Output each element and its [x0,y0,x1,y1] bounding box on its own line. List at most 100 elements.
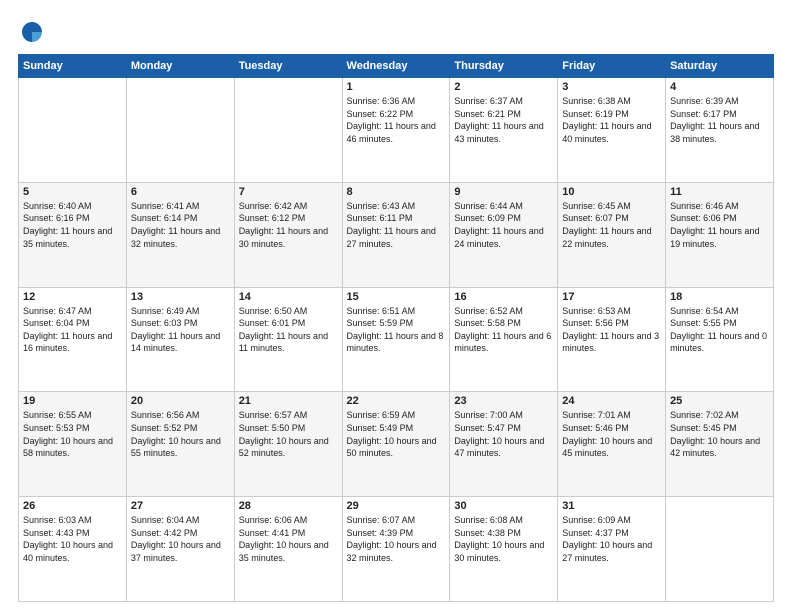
day-number: 12 [23,291,122,303]
calendar-table: SundayMondayTuesdayWednesdayThursdayFrid… [18,54,774,602]
cell-text: Sunrise: 6:44 AM Sunset: 6:09 PM Dayligh… [454,200,553,250]
day-number: 8 [347,186,446,198]
calendar-cell: 5 Sunrise: 6:40 AM Sunset: 6:16 PM Daylig… [19,182,127,287]
cell-text: Sunrise: 6:08 AM Sunset: 4:38 PM Dayligh… [454,514,553,564]
calendar-cell [126,78,234,183]
logo [18,18,50,46]
day-number: 11 [670,186,769,198]
day-number: 13 [131,291,230,303]
logo-icon [18,18,46,46]
calendar-cell: 21Sunrise: 6:57 AM Sunset: 5:50 PM Dayli… [234,392,342,497]
weekday-header-friday: Friday [558,55,666,78]
day-number: 18 [670,291,769,303]
day-number: 2 [454,81,553,93]
calendar-cell: 26 Sunrise: 6:03 AM Sunset: 4:43 PM Dayli… [19,497,127,602]
calendar-cell: 12Sunrise: 6:47 AM Sunset: 6:04 PM Dayli… [19,287,127,392]
calendar-cell: 9 Sunrise: 6:44 AM Sunset: 6:09 PM Daylig… [450,182,558,287]
calendar-cell: 27 Sunrise: 6:04 AM Sunset: 4:42 PM Dayli… [126,497,234,602]
calendar-cell: 4Sunrise: 6:39 AM Sunset: 6:17 PM Daylig… [666,78,774,183]
cell-text: Sunrise: 6:36 AM Sunset: 6:22 PM Dayligh… [347,95,446,145]
calendar-week-2: 5 Sunrise: 6:40 AM Sunset: 6:16 PM Daylig… [19,182,774,287]
calendar-week-1: 1 Sunrise: 6:36 AM Sunset: 6:22 PM Daylig… [19,78,774,183]
calendar-cell [666,497,774,602]
day-number: 14 [239,291,338,303]
day-number: 26 [23,500,122,512]
calendar-cell: 7 Sunrise: 6:42 AM Sunset: 6:12 PM Daylig… [234,182,342,287]
cell-text: Sunrise: 6:51 AM Sunset: 5:59 PM Dayligh… [347,305,446,355]
cell-text: Sunrise: 6:49 AM Sunset: 6:03 PM Dayligh… [131,305,230,355]
calendar-cell: 19Sunrise: 6:55 AM Sunset: 5:53 PM Dayli… [19,392,127,497]
calendar-cell: 20 Sunrise: 6:56 AM Sunset: 5:52 PM Dayli… [126,392,234,497]
day-number: 30 [454,500,553,512]
weekday-header-monday: Monday [126,55,234,78]
calendar-cell: 1 Sunrise: 6:36 AM Sunset: 6:22 PM Daylig… [342,78,450,183]
cell-text: Sunrise: 6:41 AM Sunset: 6:14 PM Dayligh… [131,200,230,250]
day-number: 27 [131,500,230,512]
calendar-cell: 2 Sunrise: 6:37 AM Sunset: 6:21 PM Daylig… [450,78,558,183]
calendar-week-4: 19Sunrise: 6:55 AM Sunset: 5:53 PM Dayli… [19,392,774,497]
day-number: 6 [131,186,230,198]
cell-text: Sunrise: 6:52 AM Sunset: 5:58 PM Dayligh… [454,305,553,355]
calendar-cell: 18 Sunrise: 6:54 AM Sunset: 5:55 PM Dayli… [666,287,774,392]
calendar-cell: 6 Sunrise: 6:41 AM Sunset: 6:14 PM Daylig… [126,182,234,287]
day-number: 29 [347,500,446,512]
cell-text: Sunrise: 6:55 AM Sunset: 5:53 PM Dayligh… [23,409,122,459]
cell-text: Sunrise: 6:53 AM Sunset: 5:56 PM Dayligh… [562,305,661,355]
calendar-cell [234,78,342,183]
calendar-cell: 30 Sunrise: 6:08 AM Sunset: 4:38 PM Dayli… [450,497,558,602]
calendar-cell: 17 Sunrise: 6:53 AM Sunset: 5:56 PM Dayli… [558,287,666,392]
day-number: 15 [347,291,446,303]
day-number: 1 [347,81,446,93]
cell-text: Sunrise: 6:06 AM Sunset: 4:41 PM Dayligh… [239,514,338,564]
cell-text: Sunrise: 6:50 AM Sunset: 6:01 PM Dayligh… [239,305,338,355]
day-number: 16 [454,291,553,303]
cell-text: Sunrise: 6:03 AM Sunset: 4:43 PM Dayligh… [23,514,122,564]
day-number: 20 [131,395,230,407]
calendar-cell: 28 Sunrise: 6:06 AM Sunset: 4:41 PM Dayli… [234,497,342,602]
day-number: 9 [454,186,553,198]
calendar-cell: 23 Sunrise: 7:00 AM Sunset: 5:47 PM Dayli… [450,392,558,497]
weekday-header-tuesday: Tuesday [234,55,342,78]
cell-text: Sunrise: 6:37 AM Sunset: 6:21 PM Dayligh… [454,95,553,145]
calendar-week-5: 26 Sunrise: 6:03 AM Sunset: 4:43 PM Dayli… [19,497,774,602]
day-number: 23 [454,395,553,407]
cell-text: Sunrise: 6:45 AM Sunset: 6:07 PM Dayligh… [562,200,661,250]
cell-text: Sunrise: 6:42 AM Sunset: 6:12 PM Dayligh… [239,200,338,250]
calendar-cell: 25Sunrise: 7:02 AM Sunset: 5:45 PM Dayli… [666,392,774,497]
cell-text: Sunrise: 6:07 AM Sunset: 4:39 PM Dayligh… [347,514,446,564]
cell-text: Sunrise: 6:39 AM Sunset: 6:17 PM Dayligh… [670,95,769,145]
calendar-cell: 15 Sunrise: 6:51 AM Sunset: 5:59 PM Dayli… [342,287,450,392]
day-number: 5 [23,186,122,198]
cell-text: Sunrise: 6:04 AM Sunset: 4:42 PM Dayligh… [131,514,230,564]
cell-text: Sunrise: 6:56 AM Sunset: 5:52 PM Dayligh… [131,409,230,459]
day-number: 31 [562,500,661,512]
cell-text: Sunrise: 6:09 AM Sunset: 4:37 PM Dayligh… [562,514,661,564]
page: SundayMondayTuesdayWednesdayThursdayFrid… [0,0,792,612]
header [18,18,774,46]
day-number: 22 [347,395,446,407]
day-number: 28 [239,500,338,512]
calendar-cell: 13 Sunrise: 6:49 AM Sunset: 6:03 PM Dayli… [126,287,234,392]
calendar-cell: 3Sunrise: 6:38 AM Sunset: 6:19 PM Daylig… [558,78,666,183]
day-number: 17 [562,291,661,303]
calendar-cell: 10 Sunrise: 6:45 AM Sunset: 6:07 PM Dayli… [558,182,666,287]
cell-text: Sunrise: 6:57 AM Sunset: 5:50 PM Dayligh… [239,409,338,459]
cell-text: Sunrise: 6:40 AM Sunset: 6:16 PM Dayligh… [23,200,122,250]
calendar-cell: 14 Sunrise: 6:50 AM Sunset: 6:01 PM Dayli… [234,287,342,392]
day-number: 3 [562,81,661,93]
weekday-header-thursday: Thursday [450,55,558,78]
day-number: 25 [670,395,769,407]
day-number: 10 [562,186,661,198]
weekday-row: SundayMondayTuesdayWednesdayThursdayFrid… [19,55,774,78]
calendar-cell: 8Sunrise: 6:43 AM Sunset: 6:11 PM Daylig… [342,182,450,287]
calendar-cell [19,78,127,183]
weekday-header-wednesday: Wednesday [342,55,450,78]
day-number: 7 [239,186,338,198]
cell-text: Sunrise: 6:46 AM Sunset: 6:06 PM Dayligh… [670,200,769,250]
cell-text: Sunrise: 7:00 AM Sunset: 5:47 PM Dayligh… [454,409,553,459]
calendar-cell: 31 Sunrise: 6:09 AM Sunset: 4:37 PM Dayli… [558,497,666,602]
calendar-week-3: 12Sunrise: 6:47 AM Sunset: 6:04 PM Dayli… [19,287,774,392]
cell-text: Sunrise: 6:54 AM Sunset: 5:55 PM Dayligh… [670,305,769,355]
calendar-cell: 24Sunrise: 7:01 AM Sunset: 5:46 PM Dayli… [558,392,666,497]
calendar-header: SundayMondayTuesdayWednesdayThursdayFrid… [19,55,774,78]
